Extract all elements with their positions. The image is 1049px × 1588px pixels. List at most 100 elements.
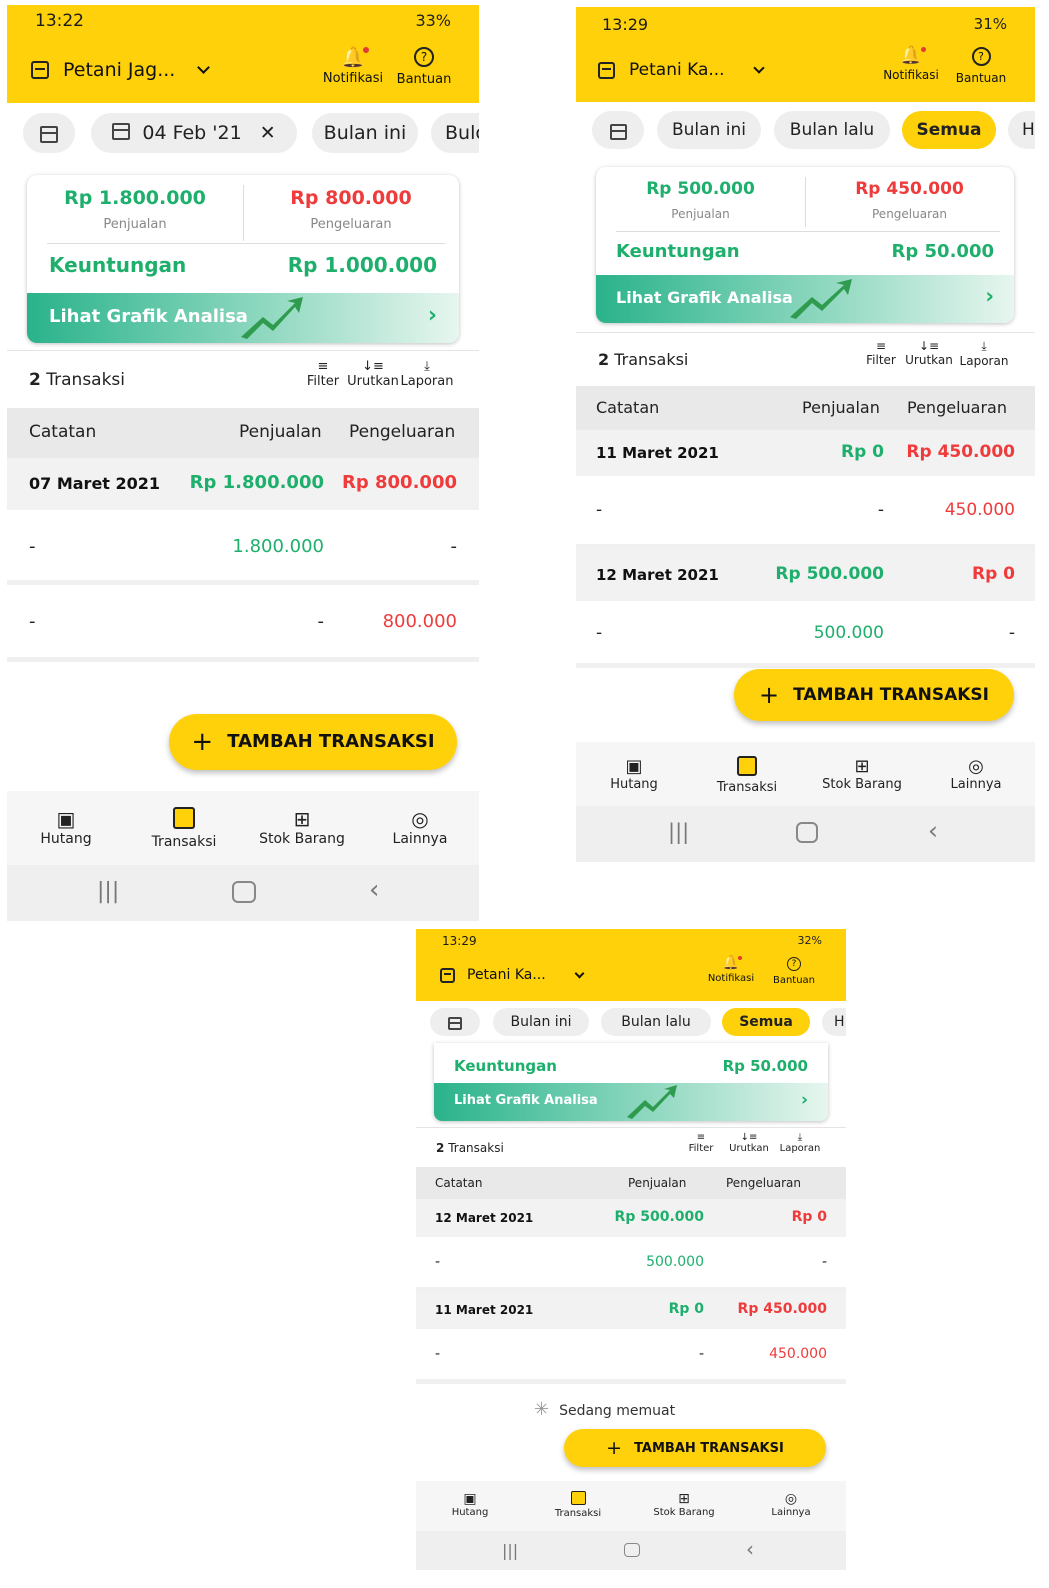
graph-label: Lihat Grafik Analisa: [616, 288, 793, 307]
table-row[interactable]: - - 450.000: [576, 476, 1035, 549]
recent-apps-icon[interactable]: |||: [668, 820, 689, 844]
help-button[interactable]: ? Bantuan: [948, 45, 1014, 85]
filter-this-month[interactable]: Bulan ini: [493, 1008, 589, 1036]
add-transaction-button[interactable]: + TAMBAH TRANSAKSI: [564, 1429, 826, 1467]
recent-apps-icon[interactable]: |||: [502, 1541, 518, 1560]
store-selector[interactable]: Petani Ka...: [598, 60, 765, 80]
calendar-filter-button[interactable]: [23, 113, 75, 153]
divider: [616, 231, 1000, 232]
filter-all[interactable]: Semua: [722, 1008, 810, 1036]
notification-button[interactable]: 🔔 Notifikasi: [700, 955, 762, 984]
filter-last-month[interactable]: Bulan lalu: [774, 111, 890, 149]
summary-card: Keuntungan Rp 50.000 Lihat Grafik Analis…: [434, 1043, 828, 1121]
row-note: -: [29, 611, 36, 632]
transaction-count: 2 Transaksi: [29, 370, 126, 390]
report-button[interactable]: ⤓ Laporan: [772, 1132, 828, 1154]
nav-hutang[interactable]: ▣ Hutang: [430, 1491, 510, 1518]
filter-last-month[interactable]: Bulc: [431, 113, 479, 153]
filter-more[interactable]: H: [822, 1008, 846, 1036]
close-icon[interactable]: ✕: [260, 122, 276, 144]
store-icon: [598, 61, 615, 79]
store-selector[interactable]: Petani Jag...: [31, 59, 211, 81]
profit-label: Keuntungan: [616, 241, 740, 262]
nav-stok-barang[interactable]: ⊞ Stok Barang: [812, 756, 912, 792]
table-row[interactable]: - - 450.000: [416, 1329, 846, 1384]
home-icon[interactable]: [796, 822, 818, 843]
recent-apps-icon[interactable]: |||: [97, 879, 119, 904]
sort-button[interactable]: ↓≡ Urutkan: [904, 339, 954, 367]
chevron-right-icon: ›: [800, 1090, 808, 1110]
filter-button[interactable]: ≡ Filter: [684, 1132, 718, 1154]
store-selector[interactable]: Petani Ka...: [440, 967, 585, 983]
filter-this-month[interactable]: Bulan ini: [312, 113, 418, 153]
help-button[interactable]: ? Bantuan: [764, 955, 824, 986]
date-chip[interactable]: 04 Feb '21 ✕: [91, 113, 297, 153]
screen-1: 13:22 33% Petani Jag... 🔔 Notifikasi ? B…: [7, 5, 479, 921]
table-row[interactable]: - 500.000 -: [576, 601, 1035, 668]
store-name: Petani Ka...: [629, 60, 725, 80]
filter-button[interactable]: ≡ Filter: [303, 359, 343, 389]
back-icon[interactable]: ‹: [746, 1537, 754, 1561]
date-group-row[interactable]: 07 Maret 2021 Rp 1.800.000 Rp 800.000: [7, 458, 479, 510]
group-sales: Rp 0: [668, 1301, 704, 1317]
nav-hutang[interactable]: ▣ Hutang: [594, 756, 674, 792]
report-button[interactable]: ⤓ Laporan: [954, 339, 1014, 368]
date-group-row[interactable]: 11 Maret 2021 Rp 0 Rp 450.000: [576, 430, 1035, 476]
expense-label: Pengeluaran: [872, 207, 947, 221]
calendar-filter-button[interactable]: [592, 111, 644, 149]
table-row[interactable]: - 500.000 -: [416, 1237, 846, 1292]
sort-icon: ↓≡: [740, 1132, 758, 1143]
nav-transaksi[interactable]: Transaksi: [706, 756, 788, 795]
table-header: Catatan Penjualan Pengeluaran: [7, 408, 479, 458]
home-icon[interactable]: [232, 881, 256, 903]
nav-transaksi[interactable]: Transaksi: [538, 1491, 618, 1519]
nav-transaksi[interactable]: Transaksi: [141, 807, 227, 850]
table-row[interactable]: - - 800.000: [7, 585, 479, 662]
row-note: -: [596, 500, 603, 520]
add-transaction-button[interactable]: + TAMBAH TRANSAKSI: [169, 714, 457, 770]
nav-hutang[interactable]: ▣ Hutang: [25, 807, 107, 847]
back-icon[interactable]: ‹: [928, 816, 938, 845]
report-button[interactable]: ⤓ Laporan: [397, 359, 457, 389]
filter-button[interactable]: ≡ Filter: [862, 339, 900, 367]
calendar-icon: [609, 124, 627, 140]
nav-lainnya[interactable]: ◎ Lainnya: [752, 1491, 830, 1518]
row-expense: 450.000: [769, 1346, 827, 1362]
chevron-down-icon: [574, 968, 585, 978]
filter-all[interactable]: Semua: [902, 111, 996, 149]
notification-button[interactable]: 🔔 Notifikasi: [878, 45, 944, 82]
graph-analysis-button[interactable]: Lihat Grafik Analisa ›: [434, 1083, 828, 1121]
filter-more[interactable]: H: [1008, 111, 1035, 149]
debt-book-icon: ▣: [463, 1491, 477, 1507]
nav-lainnya[interactable]: ◎ Lainnya: [936, 756, 1016, 792]
app-header: Petani Ka... 🔔 Notifikasi ? Bantuan: [416, 955, 846, 1001]
row-note: -: [596, 623, 603, 643]
filter-this-month[interactable]: Bulan ini: [657, 111, 761, 149]
nav-stok-barang[interactable]: ⊞ Stok Barang: [638, 1491, 730, 1518]
back-icon[interactable]: ‹: [369, 875, 379, 905]
group-sales: Rp 500.000: [775, 564, 884, 584]
date-group-row[interactable]: 12 Maret 2021 Rp 500.000 Rp 0: [416, 1199, 846, 1237]
graph-analysis-button[interactable]: Lihat Grafik Analisa ›: [27, 293, 459, 343]
table-row[interactable]: - 1.800.000 -: [7, 510, 479, 585]
sort-button[interactable]: ↓≡ Urutkan: [347, 359, 399, 389]
date-group-row[interactable]: 12 Maret 2021 Rp 500.000 Rp 0: [576, 549, 1035, 601]
filter-last-month[interactable]: Bulan lalu: [601, 1008, 711, 1036]
calendar-filter-button[interactable]: [430, 1008, 480, 1036]
notification-button[interactable]: 🔔 Notifikasi: [319, 45, 387, 86]
trend-arrow-icon: [790, 279, 852, 319]
profit-value: Rp 50.000: [891, 241, 994, 262]
help-button[interactable]: ? Bantuan: [392, 45, 456, 87]
help-icon: ?: [971, 47, 991, 66]
chevron-down-icon: [752, 61, 765, 74]
date-group-row[interactable]: 11 Maret 2021 Rp 0 Rp 450.000: [416, 1291, 846, 1329]
nav-lainnya[interactable]: ◎ Lainnya: [379, 807, 461, 847]
add-transaction-button[interactable]: + TAMBAH TRANSAKSI: [734, 669, 1014, 721]
sort-button[interactable]: ↓≡ Urutkan: [724, 1132, 774, 1154]
graph-analysis-button[interactable]: Lihat Grafik Analisa ›: [596, 275, 1014, 323]
status-battery: 31%: [973, 15, 1007, 33]
nav-stok-barang[interactable]: ⊞ Stok Barang: [251, 807, 353, 847]
sort-icon: ↓≡: [918, 339, 940, 353]
home-icon[interactable]: [624, 1543, 640, 1557]
status-time: 13:22: [35, 11, 84, 31]
